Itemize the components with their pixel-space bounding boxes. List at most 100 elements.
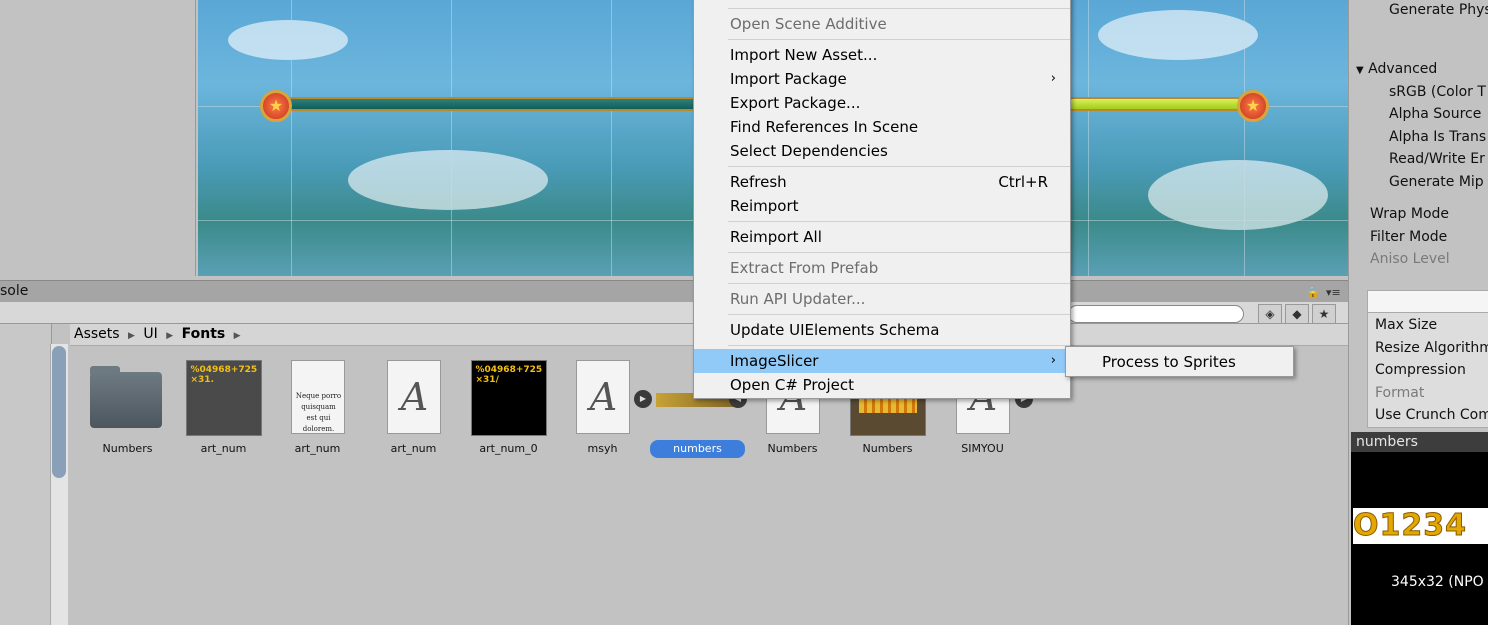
chevron-down-icon: ▼ xyxy=(1356,65,1364,76)
max-size-label: Max Size xyxy=(1375,317,1438,333)
srgb-label: sRGB (Color T xyxy=(1389,84,1486,100)
asset-label: art_num xyxy=(294,442,341,455)
advanced-foldout[interactable]: ▼ Advanced xyxy=(1356,61,1437,77)
search-input[interactable] xyxy=(1068,305,1244,323)
preview-title[interactable]: numbers xyxy=(1351,432,1488,452)
selected-asset-label[interactable]: numbers xyxy=(650,440,745,458)
chevron-right-icon: ▶ xyxy=(233,331,241,341)
asset-item[interactable]: %04968+725 ×31/ art_num_0 xyxy=(461,360,556,455)
menu-item-extract-from-prefab[interactable]: Extract From Prefab xyxy=(694,256,1070,280)
alpha-source-label: Alpha Source xyxy=(1389,106,1482,122)
asset-label: Numbers xyxy=(767,442,818,455)
menu-item-imageslicer[interactable]: ImageSlicer › xyxy=(694,349,1070,373)
chevron-right-icon: ▶ xyxy=(166,331,174,341)
resize-algorithm-label: Resize Algorithm xyxy=(1375,340,1488,356)
menu-item-process-to-sprites[interactable]: Process to Sprites xyxy=(1066,350,1293,374)
menu-item-import-package[interactable]: Import Package › xyxy=(694,67,1070,91)
font-icon: A xyxy=(575,360,630,434)
console-tab[interactable]: sole xyxy=(0,283,28,299)
platform-tab-bar[interactable] xyxy=(1368,291,1488,313)
menu-item-find-references[interactable]: Find References In Scene xyxy=(694,115,1070,139)
generate-mip-label: Generate Mip I xyxy=(1389,174,1488,190)
texture-preview: O1234 345x32 (NPO xyxy=(1351,452,1488,625)
menu-item-run-api-updater[interactable]: Run API Updater... xyxy=(694,287,1070,311)
read-write-label: Read/Write Er xyxy=(1389,151,1485,167)
advanced-label: Advanced xyxy=(1368,61,1438,77)
texture-thumbnail: %04968+725 ×31. xyxy=(185,360,262,436)
font-icon: A xyxy=(386,360,441,434)
asset-item[interactable]: Neque porro quisquam est qui dolorem. ar… xyxy=(270,360,365,455)
lock-icon[interactable]: 🔒 xyxy=(1306,286,1320,299)
scrollbar-thumb[interactable] xyxy=(52,346,66,478)
menu-item-reimport-all[interactable]: Reimport All xyxy=(694,225,1070,249)
menu-item-label: ImageSlicer xyxy=(730,352,819,370)
text-document-icon: Neque porro quisquam est qui dolorem. xyxy=(290,360,345,434)
breadcrumb-fonts[interactable]: Fonts xyxy=(182,326,226,342)
menu-item-open-scene-additive[interactable]: Open Scene Additive xyxy=(694,12,1070,36)
cloud xyxy=(228,20,348,60)
filter-by-type-icon[interactable]: ◈ xyxy=(1258,304,1282,324)
text-document-preview: Neque porro quisquam est qui dolorem. xyxy=(295,392,342,433)
star-knob-icon: ★ xyxy=(260,90,292,122)
chevron-right-icon: › xyxy=(1050,353,1056,368)
asset-item[interactable]: A art_num xyxy=(366,360,461,455)
menu-separator xyxy=(728,314,1070,315)
preview-size-label: 345x32 (NPO xyxy=(1391,574,1484,590)
asset-label: art_num xyxy=(390,442,437,455)
preview-digits: O1234 xyxy=(1353,508,1488,544)
asset-label: art_num xyxy=(200,442,247,455)
menu-item-open-csharp-project[interactable]: Open C# Project xyxy=(694,373,1070,397)
asset-label: SIMYOU xyxy=(961,442,1004,455)
menu-separator xyxy=(728,345,1070,346)
menu-item-reimport[interactable]: Reimport xyxy=(694,194,1070,218)
menu-separator xyxy=(728,166,1070,167)
breadcrumb-ui[interactable]: UI xyxy=(143,326,157,342)
filter-mode-label: Filter Mode xyxy=(1370,229,1448,245)
favorite-star-icon[interactable]: ★ xyxy=(1312,304,1336,324)
use-crunch-label: Use Crunch Com xyxy=(1375,407,1488,423)
folder-tree[interactable] xyxy=(0,324,52,625)
menu-shortcut: Ctrl+R xyxy=(998,173,1048,191)
grid-line xyxy=(291,0,292,276)
context-menu: Open Scene Additive Import New Asset... … xyxy=(693,0,1071,399)
asset-item[interactable]: %04968+725 ×31. art_num xyxy=(176,360,271,455)
texture-thumbnail: %04968+725 ×31/ xyxy=(470,360,547,436)
menu-item-refresh[interactable]: Refresh Ctrl+R xyxy=(694,170,1070,194)
menu-item-export-package[interactable]: Export Package... xyxy=(694,91,1070,115)
progress-bar-left xyxy=(276,97,706,111)
panel-tab-strip xyxy=(0,280,1348,302)
menu-separator xyxy=(728,221,1070,222)
aniso-level-label: Aniso Level xyxy=(1370,251,1450,267)
menu-separator xyxy=(728,283,1070,284)
alpha-is-transparency-label: Alpha Is Trans xyxy=(1389,129,1487,145)
cloud xyxy=(348,150,548,210)
grid-line xyxy=(611,0,612,276)
inspector-panel: Generate Phys ▼ Advanced sRGB (Color T A… xyxy=(1348,0,1488,625)
menu-separator xyxy=(728,8,1070,9)
cloud xyxy=(1098,10,1258,60)
asset-label: Numbers xyxy=(102,442,153,455)
imageslicer-submenu: Process to Sprites xyxy=(1065,346,1294,377)
menu-item-update-uielements-schema[interactable]: Update UIElements Schema xyxy=(694,318,1070,342)
texture-preview-text: %04968+725 ×31/ xyxy=(475,365,543,385)
chevron-right-icon: ▶ xyxy=(128,331,135,341)
wrap-mode-label: Wrap Mode xyxy=(1370,206,1450,222)
grid-line xyxy=(451,0,452,276)
panel-menu-icon[interactable]: ▾≡ xyxy=(1326,286,1341,299)
folder-icon xyxy=(89,366,162,428)
star-knob-icon: ★ xyxy=(1237,90,1269,122)
filter-by-label-icon[interactable]: ◆ xyxy=(1285,304,1309,324)
scene-left-panel xyxy=(0,0,196,276)
menu-item-label: Import Package xyxy=(730,70,847,88)
menu-item-import-new-asset[interactable]: Import New Asset... xyxy=(694,43,1070,67)
expand-arrow-icon[interactable]: ▶ xyxy=(634,390,652,408)
menu-separator xyxy=(728,39,1070,40)
grid-line xyxy=(1088,0,1089,276)
breadcrumb-assets[interactable]: Assets xyxy=(74,326,120,342)
generate-physics-label: Generate Phys xyxy=(1389,2,1488,18)
asset-item[interactable]: Numbers xyxy=(80,360,175,455)
progress-bar-right xyxy=(1066,97,1244,111)
menu-item-label: Refresh xyxy=(730,173,787,191)
asset-label: Numbers xyxy=(862,442,913,455)
menu-item-select-dependencies[interactable]: Select Dependencies xyxy=(694,139,1070,163)
